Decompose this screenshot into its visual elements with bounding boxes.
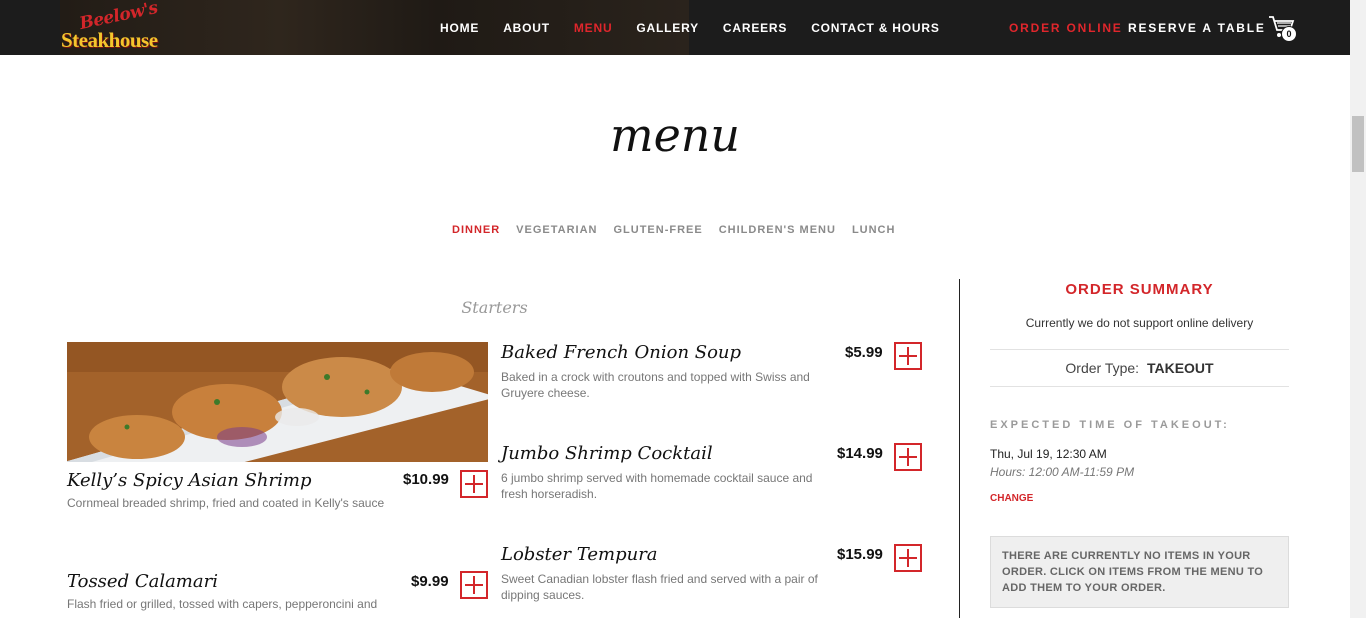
nav-home[interactable]: HOME: [440, 21, 479, 35]
add-to-order-button[interactable]: [894, 443, 922, 471]
logo[interactable]: Beelow's Steakhouse: [61, 0, 171, 52]
delivery-note: Currently we do not support online deliv…: [1025, 316, 1254, 330]
menu-item-desc: Baked in a crock with croutons and toppe…: [501, 370, 810, 400]
business-hours: Hours: 12:00 AM-11:59 PM: [990, 465, 1135, 479]
column-divider: [959, 279, 960, 618]
menu-item-french-onion-soup[interactable]: Baked French Onion Soup Baked in a crock…: [501, 342, 836, 401]
menu-item-desc: Cornmeal breaded shrimp, fried and coate…: [67, 496, 385, 510]
tab-gluten-free[interactable]: GLUTEN-FREE: [613, 224, 702, 236]
menu-item-lobster-tempura[interactable]: Lobster Tempura Sweet Canadian lobster f…: [501, 544, 836, 603]
menu-item-name: Kelly’s Spicy Asian Shrimp: [67, 470, 312, 491]
menu-item-desc: 6 jumbo shrimp served with homemade cock…: [501, 471, 813, 501]
order-type-value: TAKEOUT: [1146, 360, 1214, 376]
change-time-link[interactable]: CHANGE: [990, 493, 1289, 504]
add-to-order-button[interactable]: [894, 544, 922, 572]
menu-item-price: $10.99: [403, 471, 449, 488]
menu-item-jumbo-shrimp-cocktail[interactable]: Jumbo Shrimp Cocktail 6 jumbo shrimp ser…: [501, 443, 836, 502]
shrimp-dish-image: [67, 342, 488, 462]
order-type-label: Order Type:: [1065, 360, 1140, 376]
page-title: menu: [609, 108, 741, 162]
order-online-link[interactable]: ORDER ONLINE: [1009, 21, 1123, 35]
nav-menu[interactable]: MENU: [574, 21, 613, 35]
tab-dinner[interactable]: DINNER: [452, 224, 500, 236]
section-title: Starters: [461, 298, 528, 317]
menu-item-price: $14.99: [837, 445, 883, 462]
menu-item-price: $5.99: [845, 344, 883, 361]
tab-lunch[interactable]: LUNCH: [852, 224, 896, 236]
cart-count-badge: 0: [1281, 26, 1297, 42]
page-scrollbar[interactable]: [1350, 0, 1366, 618]
add-to-order-button[interactable]: [460, 571, 488, 599]
main-nav: HOME ABOUT MENU GALLERY CAREERS CONTACT …: [440, 21, 964, 35]
divider: [990, 386, 1289, 387]
nav-about[interactable]: ABOUT: [503, 21, 550, 35]
add-to-order-button[interactable]: [894, 342, 922, 370]
order-summary-title: ORDER SUMMARY: [1065, 281, 1214, 298]
menu-item-desc: Sweet Canadian lobster flash fried and s…: [501, 572, 818, 602]
menu-item-desc: Flash fried or grilled, tossed with cape…: [67, 597, 378, 611]
add-to-order-button[interactable]: [460, 470, 488, 498]
menu-item-name: Jumbo Shrimp Cocktail: [501, 443, 713, 464]
scrollbar-thumb[interactable]: [1352, 116, 1364, 172]
nav-contact-hours[interactable]: CONTACT & HOURS: [811, 21, 939, 35]
nav-gallery[interactable]: GALLERY: [636, 21, 699, 35]
expected-time-label: EXPECTED TIME OF TAKEOUT:: [990, 419, 1230, 431]
expected-time-value: Thu, Jul 19, 12:30 AM: [990, 447, 1107, 461]
empty-order-message: THERE ARE CURRENTLY NO ITEMS IN YOUR ORD…: [990, 536, 1289, 608]
tab-vegetarian[interactable]: VEGETARIAN: [516, 224, 597, 236]
menu-item-kellys-shrimp[interactable]: Kelly’s Spicy Asian Shrimp Cornmeal brea…: [67, 470, 387, 511]
reserve-table-link[interactable]: RESERVE A TABLE: [1128, 21, 1266, 35]
menu-item-price: $15.99: [837, 546, 883, 563]
menu-tabs: DINNER VEGETARIAN GLUTEN-FREE CHILDREN'S…: [452, 224, 911, 236]
menu-item-name: Lobster Tempura: [501, 544, 658, 565]
order-type-row[interactable]: Order Type: TAKEOUT: [990, 350, 1289, 386]
logo-word-text: Steakhouse: [61, 28, 158, 52]
tab-childrens-menu[interactable]: CHILDREN'S MENU: [719, 224, 836, 236]
menu-item-tossed-calamari[interactable]: Tossed Calamari Flash fried or grilled, …: [67, 571, 397, 612]
nav-careers[interactable]: CAREERS: [723, 21, 787, 35]
menu-item-name: Tossed Calamari: [67, 571, 218, 592]
menu-item-price: $9.99: [411, 573, 449, 590]
menu-item-name: Baked French Onion Soup: [501, 342, 742, 363]
order-summary-panel: ORDER SUMMARY Currently we do not suppor…: [990, 279, 1289, 608]
